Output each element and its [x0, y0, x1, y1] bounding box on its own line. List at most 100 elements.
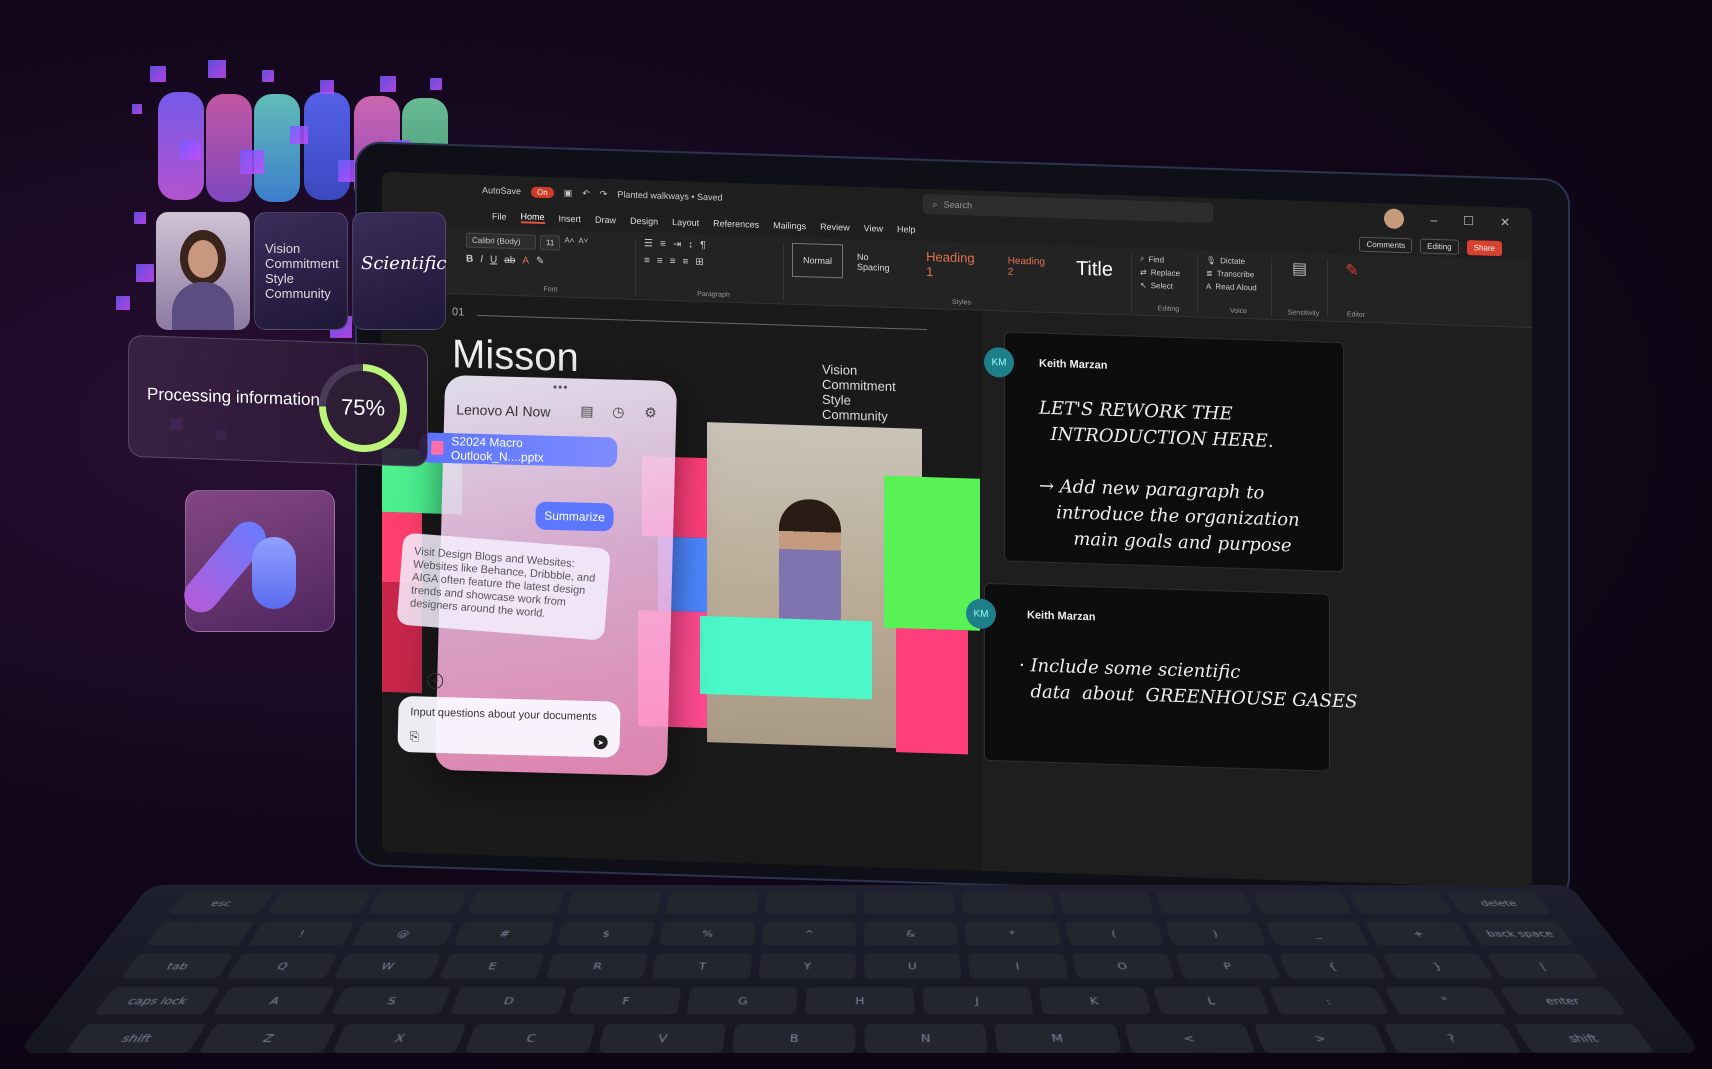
justify-icon[interactable]: ≡: [683, 256, 689, 267]
key[interactable]: J: [922, 987, 1034, 1015]
key[interactable]: &: [864, 921, 959, 946]
grow-font-icon[interactable]: A˄: [564, 236, 574, 251]
key[interactable]: P: [1175, 953, 1281, 979]
tab-insert[interactable]: Insert: [559, 213, 582, 224]
key[interactable]: esc: [168, 892, 274, 915]
font-name-select[interactable]: Calibri (Body): [466, 232, 536, 250]
key[interactable]: X: [331, 1023, 467, 1053]
tab-home[interactable]: Home: [520, 211, 545, 225]
select-button[interactable]: ↖ Select: [1140, 281, 1173, 291]
key[interactable]: _: [1265, 921, 1370, 946]
comment-card[interactable]: Keith Marzan LET'S REWORK THE INTRODUCTI…: [1004, 331, 1344, 573]
key[interactable]: N: [864, 1023, 989, 1053]
key[interactable]: R: [545, 953, 649, 979]
share-button[interactable]: Share: [1466, 239, 1502, 256]
key[interactable]: ": [1384, 987, 1508, 1015]
tab-file[interactable]: File: [492, 211, 507, 221]
key[interactable]: [565, 892, 662, 915]
tab-help[interactable]: Help: [897, 224, 916, 235]
key[interactable]: V: [598, 1023, 726, 1053]
key[interactable]: shift: [1512, 1023, 1655, 1053]
settings-icon[interactable]: ⚙: [644, 404, 657, 421]
sort-icon[interactable]: ↕: [688, 240, 693, 251]
key[interactable]: [864, 892, 956, 915]
font-color-icon[interactable]: A: [522, 255, 529, 266]
minimize-icon[interactable]: –: [1430, 213, 1437, 227]
maximize-icon[interactable]: ☐: [1463, 214, 1474, 228]
notes-icon[interactable]: ▤: [580, 403, 594, 420]
key[interactable]: H: [805, 987, 915, 1015]
key[interactable]: @: [350, 921, 455, 946]
redo-icon[interactable]: ↷: [600, 188, 608, 199]
key[interactable]: shift: [65, 1023, 208, 1053]
key[interactable]: M: [994, 1023, 1122, 1053]
key[interactable]: Y: [758, 953, 856, 979]
key[interactable]: G: [686, 987, 798, 1015]
question-input[interactable]: Input questions about your documents ⎘ ➤: [397, 695, 621, 758]
editing-mode-button[interactable]: Editing: [1420, 238, 1459, 255]
key[interactable]: E: [439, 953, 545, 979]
key[interactable]: |: [1485, 953, 1600, 979]
key[interactable]: [367, 892, 468, 915]
key[interactable]: $: [556, 921, 656, 946]
underline-icon[interactable]: U: [490, 254, 497, 265]
key[interactable]: O: [1071, 953, 1175, 979]
bullets-icon[interactable]: ☰: [644, 238, 653, 249]
tab-layout[interactable]: Layout: [672, 217, 699, 228]
save-icon[interactable]: ▣: [564, 187, 573, 198]
key[interactable]: C: [464, 1023, 597, 1053]
add-icon[interactable]: +: [426, 672, 444, 690]
key[interactable]: Z: [198, 1023, 337, 1053]
pilcrow-icon[interactable]: ¶: [700, 240, 705, 251]
autosave-toggle[interactable]: On: [531, 186, 554, 198]
send-icon[interactable]: ➤: [593, 735, 608, 750]
indent-icon[interactable]: ⇥: [673, 239, 681, 250]
key[interactable]: ): [1164, 921, 1267, 946]
key[interactable]: {: [1278, 953, 1388, 979]
key[interactable]: >: [1253, 1023, 1389, 1053]
key[interactable]: (: [1064, 921, 1164, 946]
key[interactable]: F: [568, 987, 683, 1015]
numbering-icon[interactable]: ≡: [660, 239, 666, 250]
editor-icon[interactable]: ✎: [1345, 260, 1358, 280]
document-title[interactable]: Planted walkways • Saved: [617, 189, 722, 202]
highlight-icon[interactable]: ✎: [536, 256, 544, 267]
key[interactable]: tab: [120, 953, 235, 979]
key[interactable]: W: [332, 953, 442, 979]
attached-file-chip[interactable]: S2024 Macro Outlook_N....pptx: [418, 432, 618, 468]
style-heading-1[interactable]: Heading 1: [916, 247, 994, 283]
key[interactable]: !: [247, 921, 355, 946]
key[interactable]: +: [1365, 921, 1473, 946]
strikethrough-icon[interactable]: ab: [504, 255, 515, 266]
key[interactable]: [1155, 892, 1254, 915]
key[interactable]: [1058, 892, 1155, 915]
read-aloud-button[interactable]: A Read Aloud: [1206, 282, 1257, 293]
key[interactable]: enter: [1499, 987, 1627, 1015]
font-size-select[interactable]: 11: [540, 234, 561, 251]
key[interactable]: Q: [226, 953, 338, 979]
key[interactable]: ?: [1383, 1023, 1522, 1053]
drag-handle-icon[interactable]: •••: [553, 380, 569, 394]
key[interactable]: #: [453, 921, 556, 946]
close-icon[interactable]: ✕: [1500, 215, 1510, 229]
key[interactable]: A: [212, 987, 336, 1015]
key[interactable]: [961, 892, 1055, 915]
key[interactable]: [1349, 892, 1453, 915]
style-normal[interactable]: Normal: [792, 242, 844, 279]
align-right-icon[interactable]: ≡: [670, 256, 676, 267]
key[interactable]: [466, 892, 565, 915]
key[interactable]: <: [1123, 1023, 1256, 1053]
key[interactable]: B: [731, 1023, 856, 1053]
tab-view[interactable]: View: [864, 223, 883, 234]
summarize-button[interactable]: Summarize: [535, 501, 614, 532]
tab-mailings[interactable]: Mailings: [773, 220, 806, 231]
key[interactable]: %: [658, 921, 756, 946]
key[interactable]: [665, 892, 759, 915]
comments-button[interactable]: Comments: [1359, 236, 1413, 253]
tab-draw[interactable]: Draw: [595, 215, 616, 226]
style-no-spacing[interactable]: No Spacing: [847, 245, 912, 281]
key[interactable]: [1252, 892, 1353, 915]
tab-review[interactable]: Review: [820, 222, 850, 233]
replace-button[interactable]: ⇄ Replace: [1140, 268, 1180, 278]
key[interactable]: }: [1382, 953, 1494, 979]
